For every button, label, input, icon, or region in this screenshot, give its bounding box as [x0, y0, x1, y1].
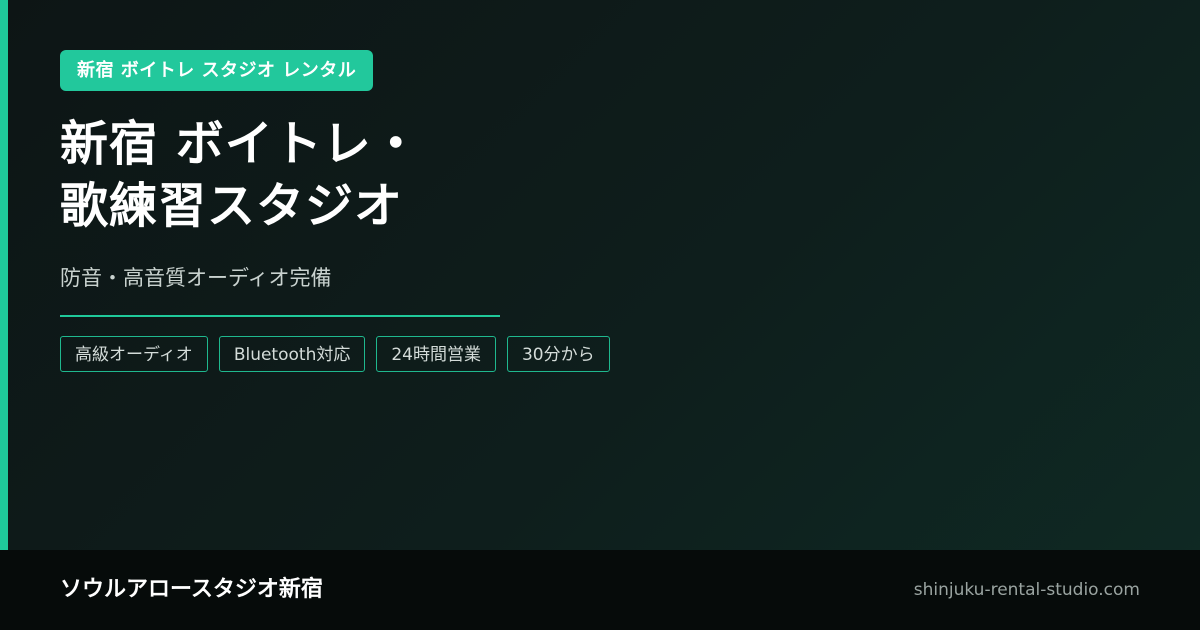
subtitle: 防音・高音質オーディオ完備: [60, 266, 332, 290]
category-badge: 新宿 ボイトレ スタジオ レンタル: [60, 50, 374, 91]
divider: [60, 315, 500, 317]
accent-bar: [0, 0, 8, 550]
og-card: 新宿 ボイトレ スタジオ レンタル 新宿 ボイトレ・ 歌練習スタジオ 防音・高音…: [0, 0, 1200, 630]
main-content: 新宿 ボイトレ スタジオ レンタル 新宿 ボイトレ・ 歌練習スタジオ 防音・高音…: [60, 50, 1140, 372]
feature-tags: 高級オーディオ Bluetooth対応 24時間営業 30分から: [60, 336, 1140, 372]
title-line-2: 歌練習スタジオ: [60, 178, 404, 234]
footer: ソウルアロースタジオ新宿 shinjuku-rental-studio.com: [0, 550, 1200, 630]
site-url: shinjuku-rental-studio.com: [913, 580, 1140, 600]
tag-30min: 30分から: [506, 336, 610, 372]
title-line-1: 新宿 ボイトレ・: [60, 116, 421, 172]
studio-name: ソウルアロースタジオ新宿: [60, 577, 323, 602]
tag-24h: 24時間営業: [376, 336, 496, 372]
page-title: 新宿 ボイトレ・ 歌練習スタジオ: [60, 113, 1140, 237]
tag-audio: 高級オーディオ: [60, 336, 208, 372]
tag-bluetooth: Bluetooth対応: [218, 336, 366, 372]
